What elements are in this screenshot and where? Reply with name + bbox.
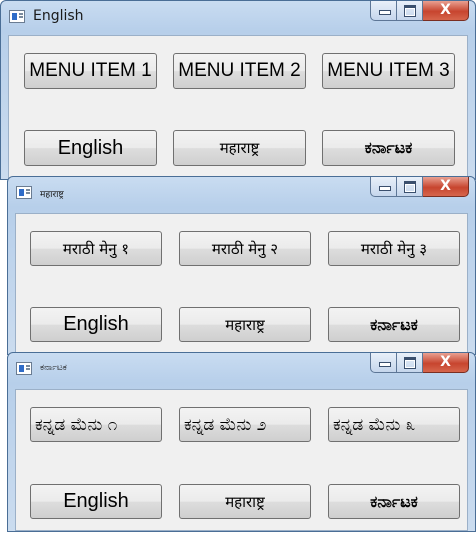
window-title: ಕರ್ನಾಟಕ xyxy=(40,363,67,373)
app-window-icon xyxy=(9,10,25,23)
maharashtra-button[interactable]: महाराष्ट्र xyxy=(179,484,311,519)
close-icon[interactable]: X xyxy=(423,177,469,197)
minimize-icon[interactable] xyxy=(370,177,397,197)
menu-item-1-button[interactable]: MENU ITEM 1 xyxy=(24,53,157,89)
marathi-menu-2-button[interactable]: मराठी मेनु २ xyxy=(179,231,311,266)
english-button[interactable]: English xyxy=(24,130,157,166)
title-bar[interactable]: English X xyxy=(1,1,475,31)
app-window-icon xyxy=(16,186,32,199)
window-marathi: महाराष्ट्र X मराठी मेनु १ मराठी मेनु २ म… xyxy=(7,176,476,355)
menu-item-3-button[interactable]: MENU ITEM 3 xyxy=(322,53,455,89)
maharashtra-button[interactable]: महाराष्ट्र xyxy=(179,307,311,342)
kannada-menu-1-button[interactable]: ಕನ್ನಡ ಮೆನು ೧ xyxy=(30,407,162,442)
client-area: MENU ITEM 1 MENU ITEM 2 MENU ITEM 3 Engl… xyxy=(8,35,468,179)
maximize-icon[interactable] xyxy=(397,177,423,197)
menu-item-2-button[interactable]: MENU ITEM 2 xyxy=(173,53,306,89)
window-title: English xyxy=(33,8,84,24)
english-button[interactable]: English xyxy=(30,307,162,342)
title-bar[interactable]: ಕರ್ನಾಟಕ X xyxy=(8,353,475,383)
marathi-menu-3-button[interactable]: मराठी मेनु ३ xyxy=(328,231,460,266)
window-english: English X MENU ITEM 1 MENU ITEM 2 MENU I… xyxy=(0,0,476,180)
kannada-menu-3-button[interactable]: ಕನ್ನಡ ಮೆನು ೩ xyxy=(328,407,460,442)
title-bar[interactable]: महाराष्ट्र X xyxy=(8,177,475,207)
app-window-icon xyxy=(16,362,32,375)
window-title: महाराष्ट्र xyxy=(40,190,64,200)
english-button[interactable]: English xyxy=(30,484,162,519)
minimize-icon[interactable] xyxy=(370,353,397,373)
karnataka-button[interactable]: ಕರ್ನಾಟಕ xyxy=(328,484,460,519)
maharashtra-button[interactable]: महाराष्ट्र xyxy=(173,130,306,166)
close-icon[interactable]: X xyxy=(423,353,469,373)
window-kannada: ಕರ್ನಾಟಕ X ಕನ್ನಡ ಮೆನು ೧ ಕನ್ನಡ ಮೆನು ೨ ಕನ್ನ… xyxy=(7,352,476,532)
maximize-icon[interactable] xyxy=(397,1,423,21)
minimize-icon[interactable] xyxy=(370,1,397,21)
client-area: मराठी मेनु १ मराठी मेनु २ मराठी मेनु ३ E… xyxy=(15,213,468,354)
maximize-icon[interactable] xyxy=(397,353,423,373)
marathi-menu-1-button[interactable]: मराठी मेनु १ xyxy=(30,231,162,266)
karnataka-button[interactable]: ಕರ್ನಾಟಕ xyxy=(328,307,460,342)
kannada-menu-2-button[interactable]: ಕನ್ನಡ ಮೆನು ೨ xyxy=(179,407,311,442)
client-area: ಕನ್ನಡ ಮೆನು ೧ ಕನ್ನಡ ಮೆನು ೨ ಕನ್ನಡ ಮೆನು ೩ E… xyxy=(15,389,468,531)
close-icon[interactable]: X xyxy=(423,1,469,21)
karnataka-button[interactable]: ಕರ್ನಾಟಕ xyxy=(322,130,455,166)
